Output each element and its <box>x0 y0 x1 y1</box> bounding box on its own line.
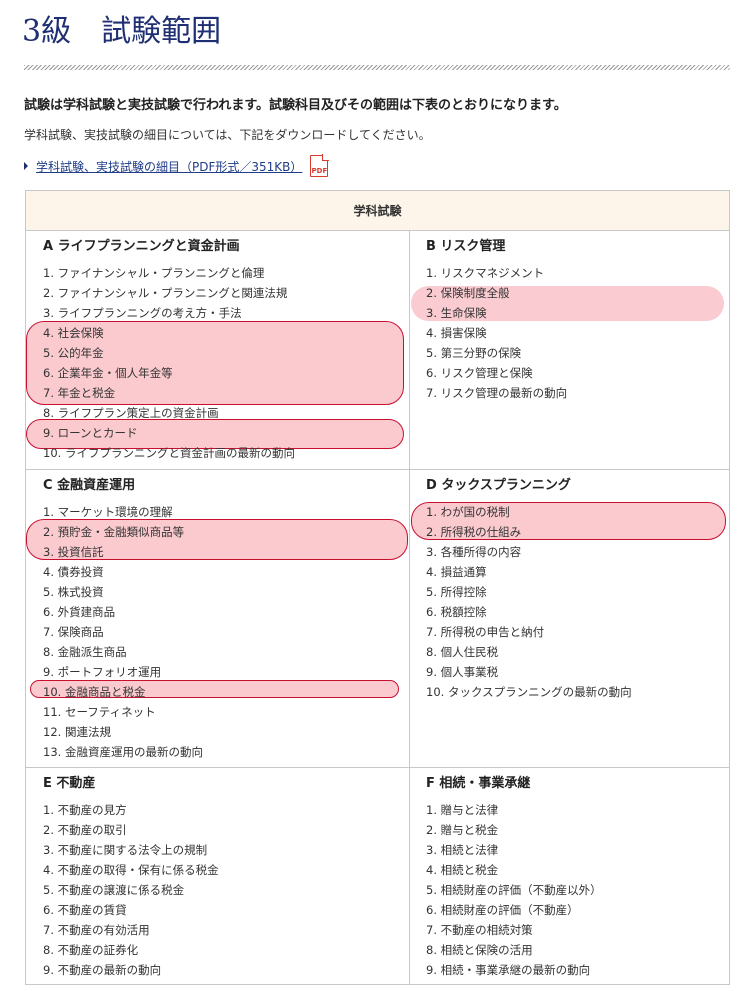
list-item: 4. 相続と税金 <box>426 863 499 877</box>
list-item: 10. タックスプランニングの最新の動向 <box>426 685 632 699</box>
list-item: 12. 関連法規 <box>43 725 111 739</box>
section-e: E 不動産 1. 不動産の見方 2. 不動産の取引 3. 不動産に関する法令上の… <box>43 774 219 980</box>
list-item: 6. 外貨建商品 <box>43 605 116 619</box>
list-item: 5. 不動産の譲渡に係る税金 <box>43 883 185 897</box>
list-item: 6. 企業年金・個人年金等 <box>43 366 173 380</box>
section-c: C 金融資産運用 1. マーケット環境の理解 2. 預貯金・金融類似商品等 3.… <box>43 476 203 762</box>
list-item: 8. 個人住民税 <box>426 645 499 659</box>
list-item: 9. 不動産の最新の動向 <box>43 963 162 977</box>
list-item: 5. 所得控除 <box>426 585 487 599</box>
list-item: 2. ファイナンシャル・プランニングと関連法規 <box>43 286 288 300</box>
list-item: 7. 年金と税金 <box>43 386 116 400</box>
list-item: 6. リスク管理と保険 <box>426 366 533 380</box>
list-item: 2. 不動産の取引 <box>43 823 127 837</box>
list-item: 2. 所得税の仕組み <box>426 525 522 539</box>
list-item: 1. わが国の税制 <box>426 505 510 519</box>
section-heading: D タックスプランニング <box>426 478 571 493</box>
list-item: 13. 金融資産運用の最新の動向 <box>43 745 203 759</box>
list-item: 9. ポートフォリオ運用 <box>43 665 162 679</box>
list-item: 3. 相続と法律 <box>426 843 499 857</box>
list-item: 7. リスク管理の最新の動向 <box>426 386 568 400</box>
list-item: 4. 損害保険 <box>426 326 487 340</box>
download-pdf-link[interactable]: 学科試験、実技試験の細目（PDF形式／351KB） <box>36 158 302 175</box>
list-item: 3. 不動産に関する法令上の規制 <box>43 843 208 857</box>
list-item: 9. 個人事業税 <box>426 665 499 679</box>
section-a: A ライフプランニングと資金計画 1. ファイナンシャル・プランニングと倫理 2… <box>43 237 295 463</box>
list-item: 5. 公的年金 <box>43 346 104 360</box>
title-divider <box>24 65 730 70</box>
lead-text: 試験は学科試験と実技試験で行われます。試験科目及びその範囲は下表のとおりになりま… <box>24 98 567 113</box>
list-item: 1. マーケット環境の理解 <box>43 505 173 519</box>
section-item-list: 1. リスクマネジメント 2. 保険制度全般 3. 生命保険 4. 損害保険 5… <box>426 263 567 403</box>
list-item: 10. ライフプランニングと資金計画の最新の動向 <box>43 446 295 460</box>
list-item: 2. 保険制度全般 <box>426 286 510 300</box>
sub-text: 学科試験、実技試験の細目については、下記をダウンロードしてください。 <box>24 128 431 142</box>
list-item: 5. 株式投資 <box>43 585 104 599</box>
list-item: 8. 相続と保険の活用 <box>426 943 533 957</box>
list-item: 7. 所得税の申告と納付 <box>426 625 545 639</box>
list-item: 10. 金融商品と税金 <box>43 685 146 699</box>
list-item: 1. 不動産の見方 <box>43 803 127 817</box>
section-item-list: 1. 贈与と法律 2. 贈与と税金 3. 相続と法律 4. 相続と税金 5. 相… <box>426 800 602 980</box>
row-divider <box>26 469 729 470</box>
list-item: 8. ライフプラン策定上の資金計画 <box>43 406 219 420</box>
list-item: 7. 不動産の有効活用 <box>43 923 150 937</box>
section-heading: F 相続・事業承継 <box>426 776 531 791</box>
list-item: 7. 不動産の相続対策 <box>426 923 533 937</box>
section-item-list: 1. わが国の税制 2. 所得税の仕組み 3. 各種所得の内容 4. 損益通算 … <box>426 502 632 702</box>
list-item: 8. 不動産の証券化 <box>43 943 139 957</box>
list-item: 1. リスクマネジメント <box>426 266 545 280</box>
page-title: 3級 試験範囲 <box>22 14 222 49</box>
section-item-list: 1. マーケット環境の理解 2. 預貯金・金融類似商品等 3. 投資信託 4. … <box>43 502 203 762</box>
section-heading: C 金融資産運用 <box>43 478 136 493</box>
pdf-icon-label: PDF <box>311 167 328 175</box>
section-f: F 相続・事業承継 1. 贈与と法律 2. 贈与と税金 3. 相続と法律 4. … <box>426 774 602 980</box>
list-item: 5. 第三分野の保険 <box>426 346 522 360</box>
list-item: 3. 投資信託 <box>43 545 104 559</box>
column-divider <box>409 231 410 985</box>
list-item: 11. セーフティネット <box>43 705 156 719</box>
list-item: 9. 相続・事業承継の最新の動向 <box>426 963 591 977</box>
list-item: 6. 不動産の賃貸 <box>43 903 127 917</box>
list-item: 4. 債券投資 <box>43 565 104 579</box>
list-item: 3. 生命保険 <box>426 306 487 320</box>
list-item: 2. 贈与と税金 <box>426 823 499 837</box>
list-item: 6. 相続財産の評価（不動産） <box>426 903 579 917</box>
section-heading: E 不動産 <box>43 776 96 791</box>
pdf-file-icon[interactable]: PDF <box>310 154 330 177</box>
triangle-bullet-icon <box>24 162 28 170</box>
row-divider <box>26 767 729 768</box>
section-heading: B リスク管理 <box>426 239 506 254</box>
list-item: 4. 損益通算 <box>426 565 487 579</box>
list-item: 6. 税額控除 <box>426 605 487 619</box>
section-heading: A ライフプランニングと資金計画 <box>43 239 240 254</box>
list-item: 5. 相続財産の評価（不動産以外） <box>426 883 602 897</box>
list-item: 3. ライフプランニングの考え方・手法 <box>43 306 242 320</box>
table-header: 学科試験 <box>26 191 729 231</box>
section-item-list: 1. 不動産の見方 2. 不動産の取引 3. 不動産に関する法令上の規制 4. … <box>43 800 219 980</box>
list-item: 4. 社会保険 <box>43 326 104 340</box>
download-row: 学科試験、実技試験の細目（PDF形式／351KB） PDF <box>24 154 330 178</box>
list-item: 3. 各種所得の内容 <box>426 545 522 559</box>
exam-scope-table: 学科試験 A ライフプランニングと資金計画 1. ファイナンシャル・プランニング… <box>25 190 730 985</box>
list-item: 7. 保険商品 <box>43 625 104 639</box>
list-item: 4. 不動産の取得・保有に係る税金 <box>43 863 219 877</box>
list-item: 8. 金融派生商品 <box>43 645 127 659</box>
section-b: B リスク管理 1. リスクマネジメント 2. 保険制度全般 3. 生命保険 4… <box>426 237 567 403</box>
section-item-list: 1. ファイナンシャル・プランニングと倫理 2. ファイナンシャル・プランニング… <box>43 263 295 463</box>
section-d: D タックスプランニング 1. わが国の税制 2. 所得税の仕組み 3. 各種所… <box>426 476 632 702</box>
list-item: 9. ローンとカード <box>43 426 138 440</box>
list-item: 2. 預貯金・金融類似商品等 <box>43 525 185 539</box>
list-item: 1. 贈与と法律 <box>426 803 499 817</box>
list-item: 1. ファイナンシャル・プランニングと倫理 <box>43 266 265 280</box>
